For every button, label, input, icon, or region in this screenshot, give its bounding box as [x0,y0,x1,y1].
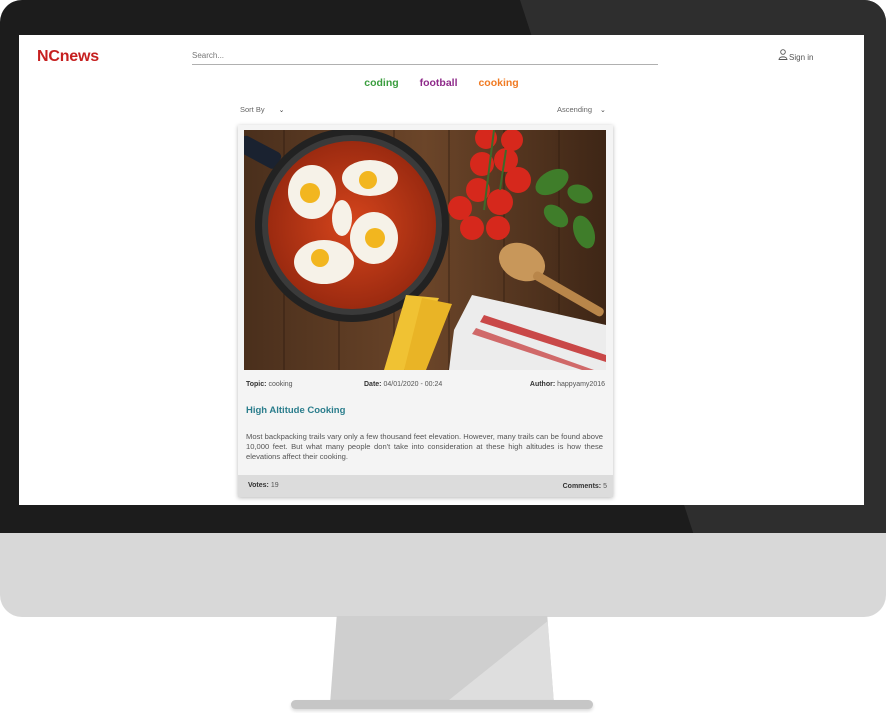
search-input[interactable] [192,47,658,65]
topic-link-coding[interactable]: coding [364,77,398,89]
article-date: Date: 04/01/2020 - 00:24 [364,381,442,388]
sort-by-select[interactable]: Sort By ⌄ [240,105,284,114]
article-author: Author: happyamy2016 [530,381,605,388]
topic-field-label: Topic: [246,381,267,388]
app-logo[interactable]: NCnews [37,48,99,66]
user-icon [778,49,788,62]
order-label: Ascending [557,105,593,114]
votes-label: Votes: [248,482,269,489]
article-body: Most backpacking trails vary only a few … [246,432,603,461]
topic-link-cooking[interactable]: cooking [478,77,518,89]
topic-nav: coding football cooking [19,77,864,89]
order-select[interactable]: Ascending ⌄ [557,105,606,114]
chevron-down-icon: ⌄ [278,106,285,114]
monitor-chin [0,533,886,617]
sign-in-button[interactable]: Sign in [778,49,813,62]
date-value: 04/01/2020 - 00:24 [383,381,443,388]
comments-count[interactable]: Comments: 5 [563,483,607,490]
article-image [244,130,606,370]
article-footer: Votes: 19 Comments: 5 [238,475,613,497]
sign-in-label: Sign in [789,53,814,62]
comments-value: 5 [603,483,607,490]
article-title[interactable]: High Altitude Cooking [246,405,345,416]
comments-label: Comments: [562,483,602,490]
article-topic: Topic: cooking [246,381,293,388]
sort-by-label: Sort By [240,105,265,114]
monitor-stand-base [291,700,593,709]
chevron-down-icon: ⌄ [600,106,606,114]
article-card[interactable]: Topic: cooking Date: 04/01/2020 - 00:24 … [238,125,613,497]
topic-link-football[interactable]: football [420,77,458,89]
date-field-label: Date: [364,381,382,388]
app-screen: NCnews Sign in coding football cooking S… [19,35,864,505]
author-value: happyamy2016 [557,381,605,388]
votes-count: Votes: 19 [248,482,279,489]
topic-value: cooking [268,381,293,388]
votes-value: 19 [270,482,279,489]
monitor-stand-neck [330,616,554,704]
author-field-label: Author: [529,381,556,388]
